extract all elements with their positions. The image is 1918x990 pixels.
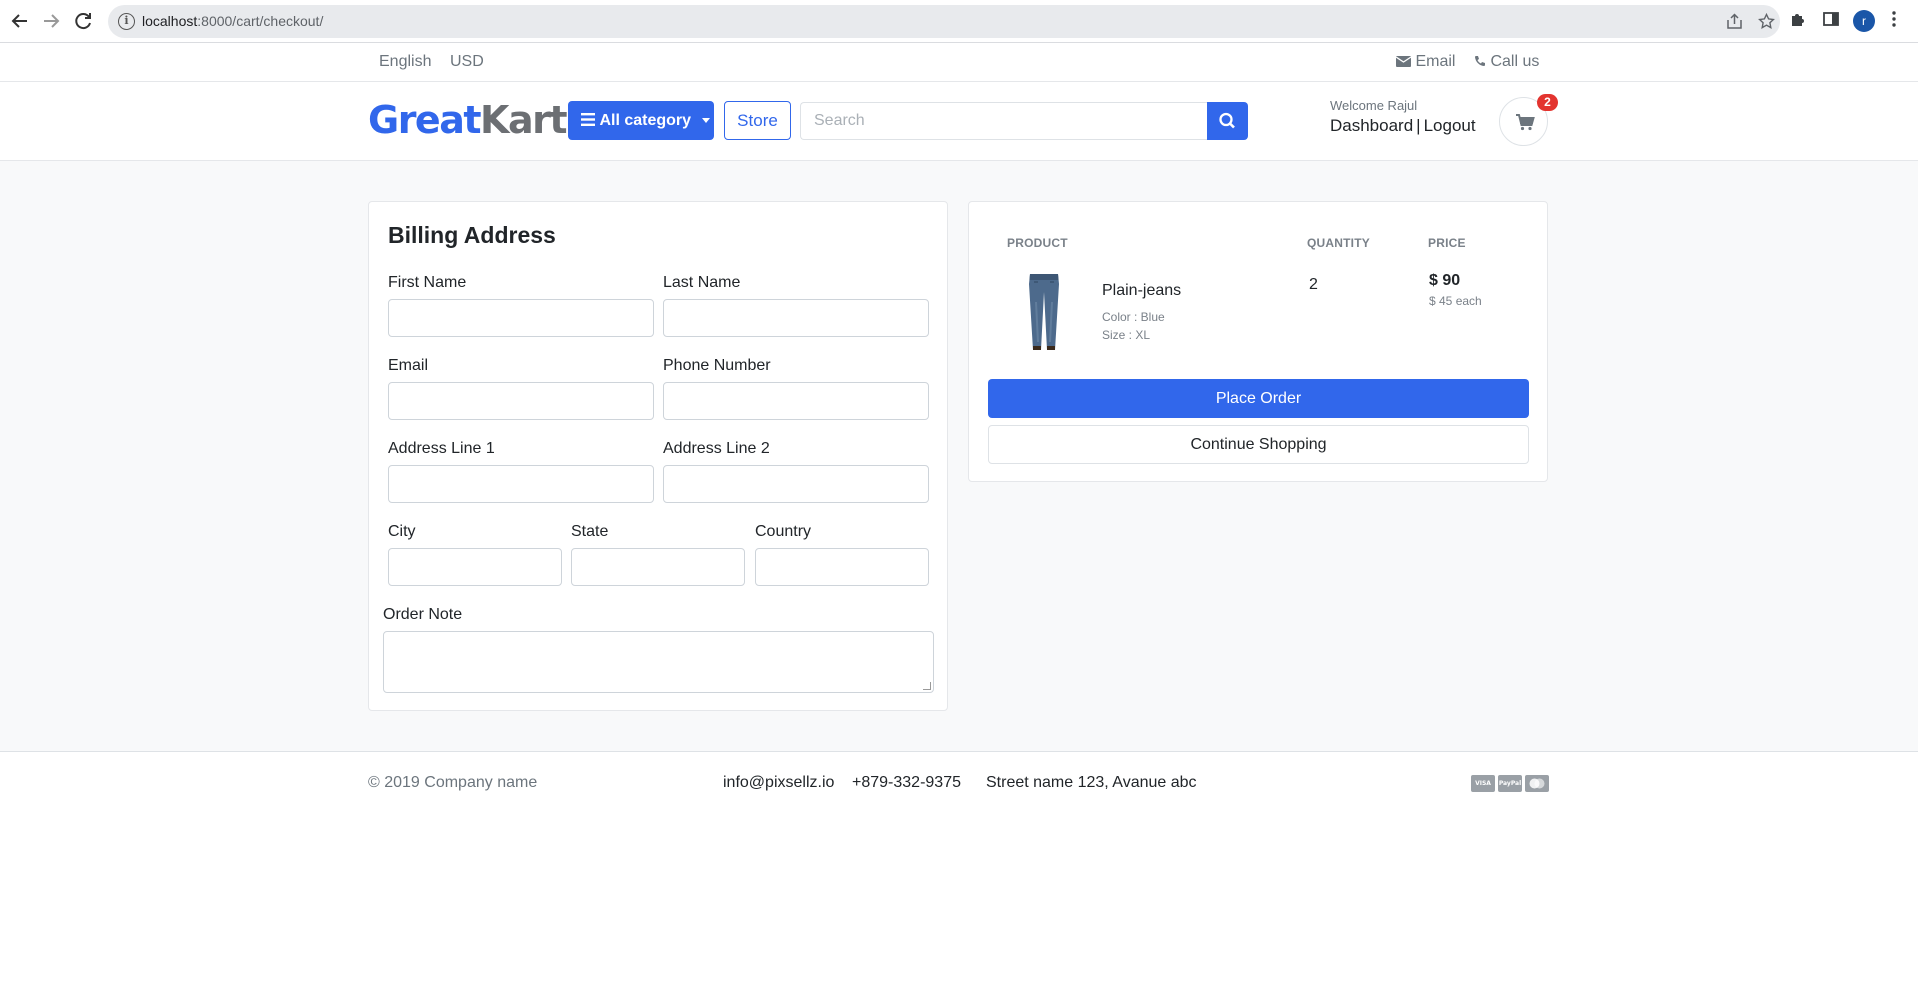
product-color: Color : Blue bbox=[1102, 310, 1165, 324]
cart-count-badge: 2 bbox=[1537, 94, 1558, 111]
column-header-quantity: QUANTITY bbox=[1307, 236, 1370, 250]
billing-title: Billing Address bbox=[388, 222, 556, 248]
state-input[interactable] bbox=[571, 548, 745, 586]
column-header-price: PRICE bbox=[1428, 236, 1466, 250]
extensions-icon[interactable] bbox=[1789, 10, 1807, 33]
order-note-label: Order Note bbox=[383, 606, 463, 623]
all-category-button[interactable]: All category bbox=[568, 101, 714, 140]
mastercard-icon bbox=[1525, 775, 1549, 792]
phone-input[interactable] bbox=[663, 382, 929, 420]
topbar: English USD Email Call us bbox=[0, 43, 1918, 82]
address-line-2-input[interactable] bbox=[663, 465, 929, 503]
first-name-input[interactable] bbox=[388, 299, 654, 337]
state-label: State bbox=[571, 523, 609, 540]
place-order-button[interactable]: Place Order bbox=[988, 379, 1529, 418]
address-bar[interactable]: i localhost:8000/cart/checkout/ bbox=[108, 5, 1780, 38]
side-panel-icon[interactable] bbox=[1822, 10, 1840, 33]
topbar-email-link[interactable]: Email bbox=[1395, 53, 1456, 71]
resize-handle-icon[interactable] bbox=[923, 682, 931, 690]
order-summary-card: PRODUCT QUANTITY PRICE Plain-jeans Color… bbox=[968, 201, 1548, 482]
topbar-call-link[interactable]: Call us bbox=[1474, 53, 1539, 71]
search-button[interactable] bbox=[1207, 102, 1248, 140]
country-input[interactable] bbox=[755, 548, 929, 586]
link-separator: | bbox=[1416, 116, 1421, 135]
browser-menu-icon[interactable] bbox=[1891, 10, 1897, 33]
last-name-label: Last Name bbox=[663, 274, 741, 291]
phone-icon bbox=[1475, 56, 1485, 66]
first-name-label: First Name bbox=[388, 274, 467, 291]
last-name-input[interactable] bbox=[663, 299, 929, 337]
url-text[interactable]: localhost:8000/cart/checkout/ bbox=[142, 13, 323, 29]
envelope-icon bbox=[1395, 56, 1412, 67]
city-label: City bbox=[388, 523, 416, 540]
search-icon bbox=[1219, 112, 1235, 129]
visa-icon: VISA bbox=[1471, 775, 1495, 792]
column-header-product: PRODUCT bbox=[1007, 236, 1068, 250]
product-unit-price: $ 45 each bbox=[1429, 294, 1482, 308]
order-note-textarea[interactable] bbox=[383, 631, 934, 693]
bookmark-star-icon[interactable] bbox=[1758, 12, 1775, 35]
brand-logo[interactable]: GreatKart bbox=[368, 98, 568, 142]
continue-shopping-button[interactable]: Continue Shopping bbox=[988, 425, 1529, 464]
site-footer: © 2019 Company name info@pixsellz.io +87… bbox=[0, 751, 1918, 990]
language-selector[interactable]: English bbox=[379, 53, 431, 71]
address-line-1-label: Address Line 1 bbox=[388, 440, 495, 457]
dashboard-link[interactable]: Dashboard bbox=[1330, 116, 1413, 135]
product-total-price: $ 90 bbox=[1429, 272, 1461, 289]
share-icon[interactable] bbox=[1726, 13, 1743, 35]
back-icon[interactable] bbox=[9, 10, 31, 32]
phone-label: Phone Number bbox=[663, 357, 771, 374]
logout-link[interactable]: Logout bbox=[1424, 116, 1476, 135]
product-name-link[interactable]: Plain-jeans bbox=[1102, 282, 1181, 300]
site-header: GreatKart All category Store Welcome Raj… bbox=[0, 82, 1918, 161]
footer-email[interactable]: info@pixsellz.io bbox=[723, 774, 834, 792]
store-button[interactable]: Store bbox=[724, 101, 791, 140]
all-category-label: All category bbox=[599, 112, 692, 129]
currency-selector[interactable]: USD bbox=[450, 53, 484, 71]
caret-down-icon bbox=[701, 118, 710, 124]
footer-phone[interactable]: +879-332-9375 bbox=[852, 774, 961, 792]
welcome-text: Welcome Rajul bbox=[1330, 98, 1418, 113]
reload-icon[interactable] bbox=[72, 10, 94, 32]
browser-toolbar: i localhost:8000/cart/checkout/ r bbox=[0, 0, 1918, 43]
site-info-icon[interactable]: i bbox=[118, 13, 135, 30]
email-input[interactable] bbox=[388, 382, 654, 420]
product-size: Size : XL bbox=[1102, 328, 1151, 342]
profile-avatar[interactable]: r bbox=[1853, 10, 1875, 32]
email-label: Email bbox=[388, 357, 429, 374]
topbar-email-label: Email bbox=[1415, 53, 1456, 70]
city-input[interactable] bbox=[388, 548, 562, 586]
billing-address-card: Billing Address First Name Last Name Ema… bbox=[368, 201, 948, 711]
forward-icon[interactable] bbox=[40, 10, 62, 32]
account-links: Dashboard | Logout bbox=[1330, 116, 1476, 136]
product-thumbnail bbox=[1024, 272, 1064, 352]
product-quantity: 2 bbox=[1309, 276, 1318, 293]
address-line-2-label: Address Line 2 bbox=[663, 440, 770, 457]
topbar-call-label: Call us bbox=[1490, 53, 1540, 70]
copyright-text: © 2019 Company name bbox=[368, 774, 538, 791]
search-input[interactable] bbox=[800, 102, 1208, 140]
country-label: Country bbox=[755, 523, 812, 540]
address-line-1-input[interactable] bbox=[388, 465, 654, 503]
bars-icon bbox=[581, 113, 595, 126]
paypal-icon: PayPal bbox=[1498, 775, 1522, 792]
footer-address: Street name 123, Avanue abc bbox=[986, 774, 1197, 791]
